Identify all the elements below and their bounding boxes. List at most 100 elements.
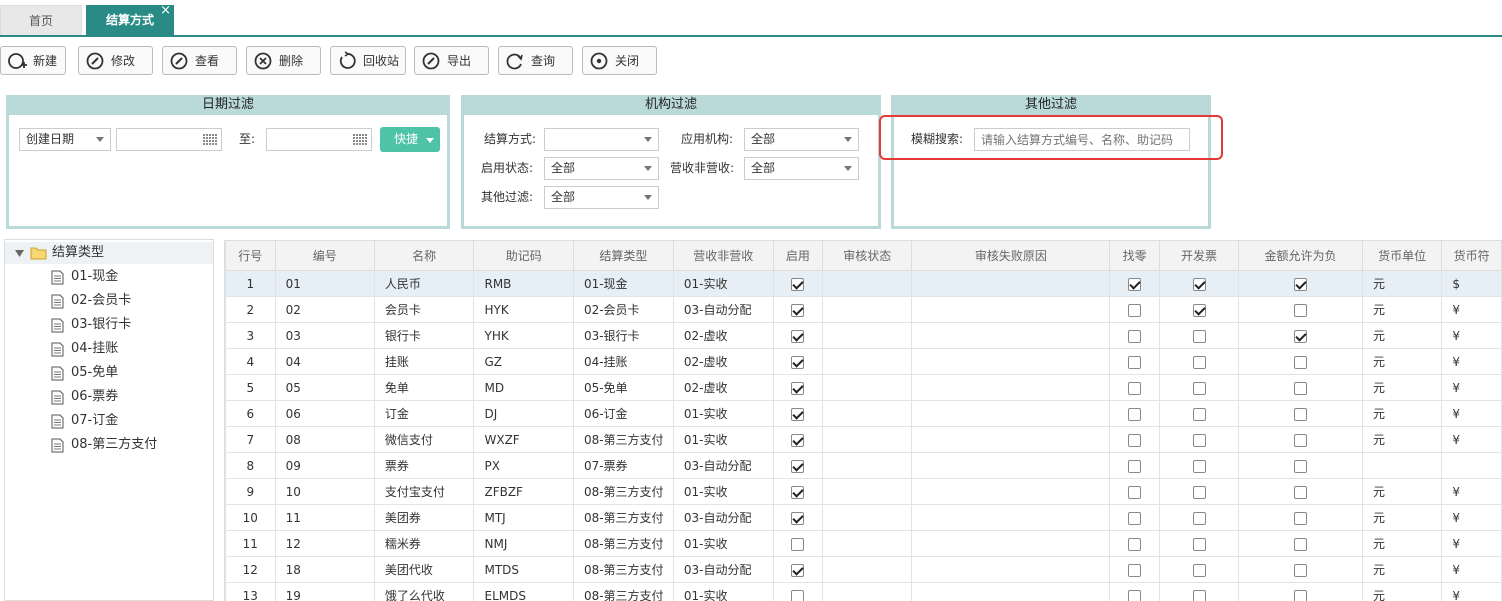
- recycle-button[interactable]: 回收站: [330, 46, 406, 75]
- checkbox[interactable]: [791, 485, 805, 499]
- checkbox[interactable]: [791, 329, 805, 343]
- table-row[interactable]: 9 10 支付宝支付 ZFBZF 08-第三方支付 01-实收 元 ¥: [225, 478, 1502, 505]
- new-button[interactable]: 新建: [0, 46, 66, 75]
- org-select[interactable]: 全部: [744, 128, 859, 151]
- calendar-icon[interactable]: [353, 133, 368, 146]
- column-header[interactable]: 开发票: [1158, 240, 1240, 271]
- checkbox[interactable]: [1294, 485, 1308, 499]
- column-header[interactable]: 审核失败原因: [911, 240, 1111, 271]
- checkbox[interactable]: [1294, 381, 1308, 395]
- checkbox[interactable]: [1294, 303, 1308, 317]
- start-date-input[interactable]: [116, 128, 222, 151]
- checkbox[interactable]: [1128, 459, 1142, 473]
- tab-settlement[interactable]: 结算方式 ×: [86, 3, 174, 35]
- checkbox[interactable]: [791, 381, 805, 395]
- close-icon[interactable]: ×: [160, 0, 171, 26]
- tree-item[interactable]: 03-银行卡: [51, 314, 131, 336]
- view-button[interactable]: 查看: [162, 46, 237, 75]
- tree-item[interactable]: 08-第三方支付: [51, 434, 157, 456]
- tree-item[interactable]: 06-票券: [51, 386, 118, 408]
- checkbox[interactable]: [791, 433, 805, 447]
- checkbox[interactable]: [791, 459, 805, 473]
- checkbox[interactable]: [1128, 303, 1142, 317]
- checkbox[interactable]: [1192, 511, 1206, 525]
- table-row[interactable]: 1 01 人民币 RMB 01-现金 01-实收 元 $: [225, 270, 1502, 297]
- checkbox[interactable]: [1128, 355, 1142, 369]
- checkbox[interactable]: [1294, 277, 1308, 291]
- tree-item[interactable]: 05-免单: [51, 362, 118, 384]
- column-header[interactable]: 行号: [225, 240, 276, 271]
- tree-item[interactable]: 02-会员卡: [51, 290, 131, 312]
- checkbox[interactable]: [1192, 433, 1206, 447]
- end-date-input[interactable]: [266, 128, 372, 151]
- table-row[interactable]: 8 09 票券 PX 07-票券 03-自动分配: [225, 452, 1502, 479]
- caret-down-icon[interactable]: [15, 250, 24, 257]
- checkbox[interactable]: [1294, 537, 1308, 551]
- column-header[interactable]: 助记码: [473, 240, 574, 271]
- checkbox[interactable]: [1294, 511, 1308, 525]
- table-row[interactable]: 3 03 银行卡 YHK 03-银行卡 02-虚收 元 ¥: [225, 322, 1502, 349]
- checkbox[interactable]: [1128, 589, 1142, 601]
- checkbox[interactable]: [1128, 485, 1142, 499]
- checkbox[interactable]: [1294, 433, 1308, 447]
- table-row[interactable]: 4 04 挂账 GZ 04-挂账 02-虚收 元 ¥: [225, 348, 1502, 375]
- column-header[interactable]: 找零: [1109, 240, 1160, 271]
- checkbox[interactable]: [1128, 433, 1142, 447]
- checkbox[interactable]: [1294, 589, 1308, 601]
- checkbox[interactable]: [791, 589, 805, 601]
- column-header[interactable]: 货币符: [1441, 240, 1502, 271]
- table-row[interactable]: 5 05 免单 MD 05-免单 02-虚收 元 ¥: [225, 374, 1502, 401]
- checkbox[interactable]: [1128, 511, 1142, 525]
- table-row[interactable]: 10 11 美团券 MTJ 08-第三方支付 03-自动分配 元 ¥: [225, 504, 1502, 531]
- column-header[interactable]: 编号: [274, 240, 375, 271]
- column-header[interactable]: 金额允许为负: [1238, 240, 1363, 271]
- checkbox[interactable]: [1128, 407, 1142, 421]
- checkbox[interactable]: [1192, 459, 1206, 473]
- column-header[interactable]: 营收非营收: [672, 240, 774, 271]
- edit-button[interactable]: 修改: [78, 46, 153, 75]
- checkbox[interactable]: [791, 277, 805, 291]
- checkbox[interactable]: [1294, 407, 1308, 421]
- table-row[interactable]: 13 19 饿了么代收 ELMDS 08-第三方支付 01-实收 元 ¥: [225, 582, 1502, 601]
- other-select[interactable]: 全部: [544, 186, 659, 209]
- table-row[interactable]: 6 06 订金 DJ 06-订金 01-实收 元 ¥: [225, 400, 1502, 427]
- checkbox[interactable]: [1192, 381, 1206, 395]
- checkbox[interactable]: [1128, 329, 1142, 343]
- checkbox[interactable]: [791, 511, 805, 525]
- column-header[interactable]: 审核状态: [822, 240, 913, 271]
- checkbox[interactable]: [791, 407, 805, 421]
- table-row[interactable]: 12 18 美团代收 MTDS 08-第三方支付 03-自动分配 元 ¥: [225, 556, 1502, 583]
- tree-item[interactable]: 01-现金: [51, 266, 118, 288]
- date-type-select[interactable]: 创建日期: [19, 128, 111, 151]
- checkbox[interactable]: [791, 303, 805, 317]
- table-row[interactable]: 7 08 微信支付 WXZF 08-第三方支付 01-实收 元 ¥: [225, 426, 1502, 453]
- checkbox[interactable]: [1294, 563, 1308, 577]
- checkbox[interactable]: [1192, 563, 1206, 577]
- tree-item[interactable]: 07-订金: [51, 410, 118, 432]
- status-select[interactable]: 全部: [544, 157, 659, 180]
- checkbox[interactable]: [791, 537, 805, 551]
- revenue-select[interactable]: 全部: [744, 157, 859, 180]
- checkbox[interactable]: [1192, 355, 1206, 369]
- checkbox[interactable]: [1192, 537, 1206, 551]
- checkbox[interactable]: [1128, 277, 1142, 291]
- checkbox[interactable]: [1192, 277, 1206, 291]
- checkbox[interactable]: [1192, 589, 1206, 601]
- tree-item[interactable]: 04-挂账: [51, 338, 118, 360]
- checkbox[interactable]: [1192, 329, 1206, 343]
- tab-home[interactable]: 首页: [0, 5, 82, 35]
- calendar-icon[interactable]: [203, 133, 218, 146]
- table-row[interactable]: 11 12 糯米券 NMJ 08-第三方支付 01-实收 元 ¥: [225, 530, 1502, 557]
- export-button[interactable]: 导出: [414, 46, 489, 75]
- checkbox[interactable]: [1128, 563, 1142, 577]
- checkbox[interactable]: [1294, 329, 1308, 343]
- checkbox[interactable]: [791, 355, 805, 369]
- column-header[interactable]: 名称: [373, 240, 475, 271]
- checkbox[interactable]: [1294, 355, 1308, 369]
- delete-button[interactable]: 删除: [246, 46, 321, 75]
- checkbox[interactable]: [791, 563, 805, 577]
- checkbox[interactable]: [1128, 537, 1142, 551]
- settle-select[interactable]: [544, 128, 659, 151]
- table-row[interactable]: 2 02 会员卡 HYK 02-会员卡 03-自动分配 元 ¥: [225, 296, 1502, 323]
- column-header[interactable]: 货币单位: [1361, 240, 1443, 271]
